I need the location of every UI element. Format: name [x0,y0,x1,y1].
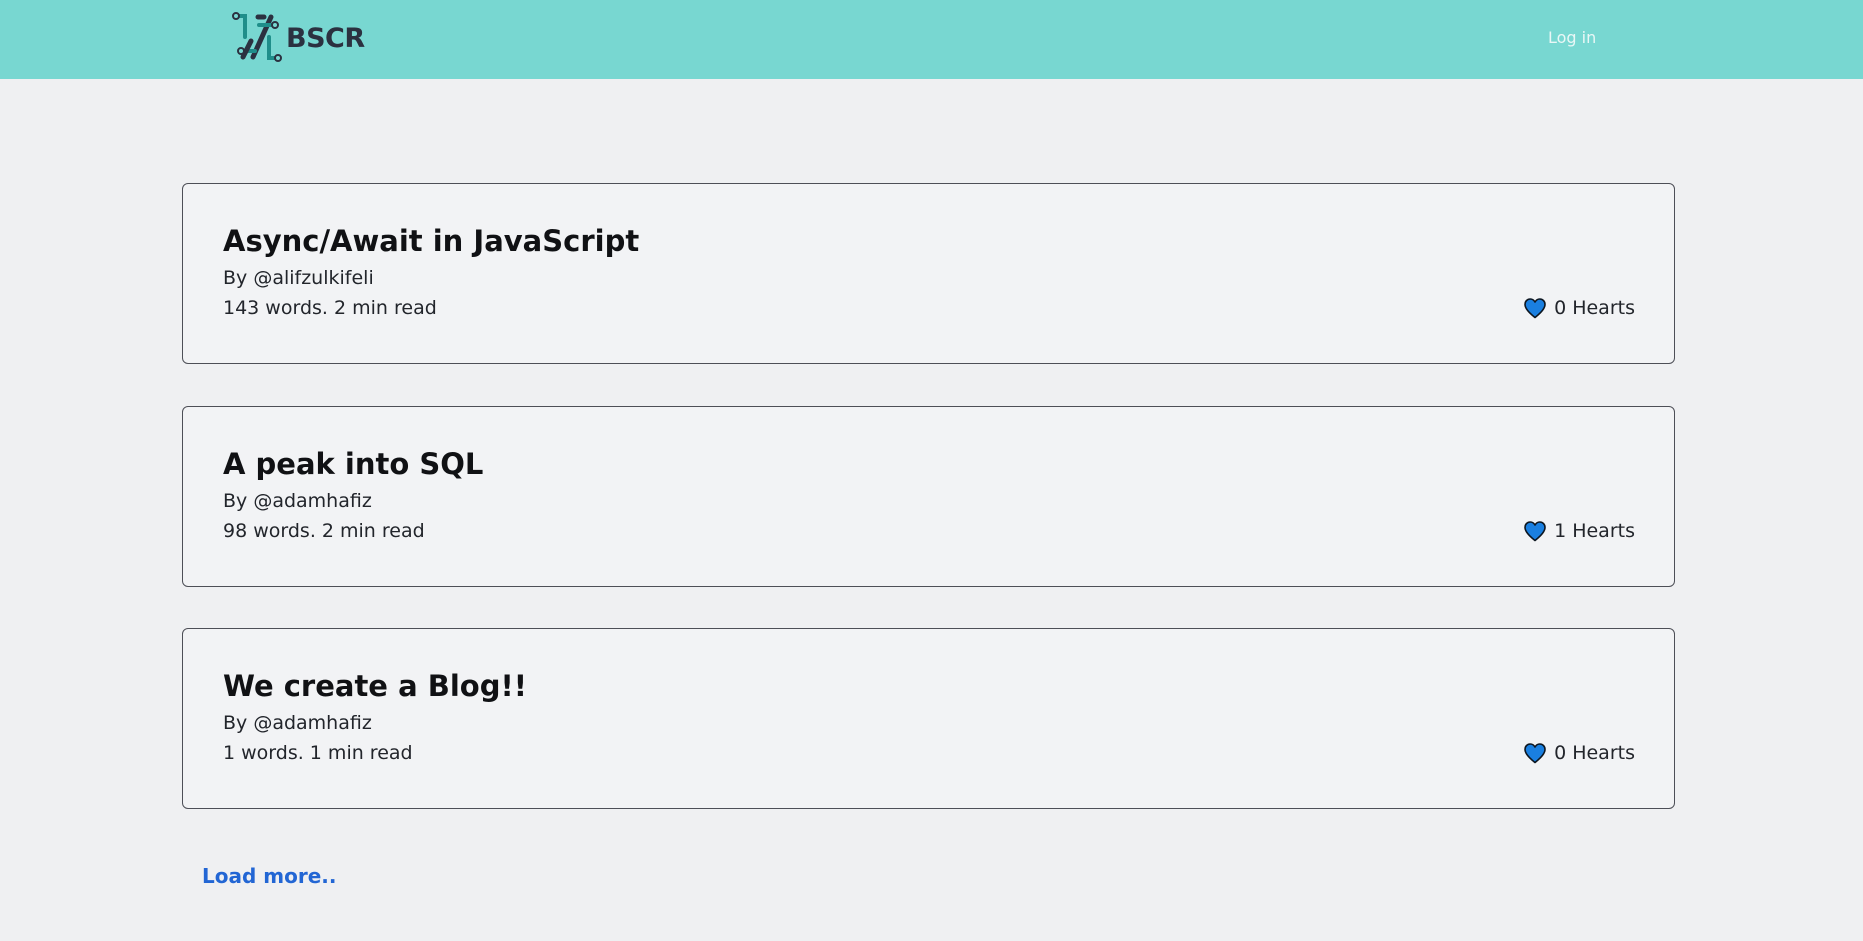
hearts-counter[interactable]: 0 Hearts [1523,297,1635,319]
site-logo[interactable]: BSCR [231,11,365,63]
post-card[interactable]: We create a Blog!! By @adamhafiz 1 words… [182,628,1675,809]
hearts-count: 0 Hearts [1554,297,1635,319]
hearts-count: 1 Hearts [1554,520,1635,542]
post-card[interactable]: Async/Await in JavaScript By @alifzulkif… [182,183,1675,364]
logo-text: BSCR [286,22,365,54]
post-author: By @adamhafiz [223,712,372,734]
heart-icon[interactable] [1523,297,1547,319]
hearts-count: 0 Hearts [1554,742,1635,764]
post-title[interactable]: A peak into SQL [223,447,483,481]
heart-icon[interactable] [1523,742,1547,764]
post-author: By @adamhafiz [223,490,372,512]
post-meta: 98 words. 2 min read [223,520,425,542]
post-title[interactable]: Async/Await in JavaScript [223,224,639,258]
post-meta: 1 words. 1 min read [223,742,413,764]
post-author: By @alifzulkifeli [223,267,374,289]
hearts-counter[interactable]: 0 Hearts [1523,742,1635,764]
load-more-button[interactable]: Load more.. [202,864,336,888]
hearts-counter[interactable]: 1 Hearts [1523,520,1635,542]
post-title[interactable]: We create a Blog!! [223,669,527,703]
top-navbar: BSCR Log in [0,0,1863,79]
logo-icon [232,12,282,62]
post-card[interactable]: A peak into SQL By @adamhafiz 98 words. … [182,406,1675,587]
post-meta: 143 words. 2 min read [223,297,437,319]
heart-icon[interactable] [1523,520,1547,542]
login-link[interactable]: Log in [1548,28,1596,47]
